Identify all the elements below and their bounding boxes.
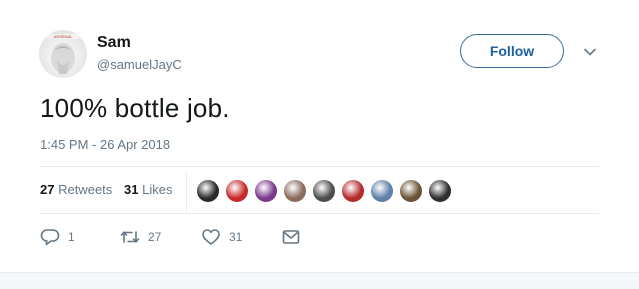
- heart-icon: [202, 229, 220, 245]
- chevron-down-icon[interactable]: [582, 44, 598, 60]
- retweets-stat[interactable]: 27 Retweets: [40, 182, 112, 197]
- avatar-image: ARSENAL: [47, 34, 79, 74]
- display-name[interactable]: Sam: [97, 34, 131, 52]
- like-button[interactable]: 31: [201, 228, 242, 246]
- retweets-count: 27: [40, 182, 55, 197]
- like-count: 31: [229, 230, 243, 244]
- liker-avatar[interactable]: [283, 179, 307, 203]
- follow-button-label: Follow: [489, 43, 535, 59]
- liker-avatar[interactable]: [312, 179, 336, 203]
- liker-avatar[interactable]: [225, 179, 249, 203]
- reply-icon: [40, 229, 60, 246]
- retweet-count: 27: [148, 230, 162, 244]
- direct-message-button[interactable]: [281, 228, 301, 246]
- liker-avatar[interactable]: [399, 179, 423, 203]
- tweet-timestamp[interactable]: 1:45 PM - 26 Apr 2018: [40, 137, 170, 152]
- retweet-icon: [120, 231, 140, 243]
- likes-count: 31: [124, 182, 139, 197]
- avatar[interactable]: ARSENAL: [39, 30, 87, 78]
- retweet-button[interactable]: 27: [120, 228, 161, 246]
- reply-button[interactable]: 1: [40, 228, 75, 246]
- envelope-icon: [282, 230, 300, 244]
- retweets-label: Retweets: [58, 182, 113, 197]
- tweet-text: 100% bottle job.: [40, 93, 230, 123]
- reply-count: 1: [68, 230, 75, 244]
- bottom-strip: [0, 272, 639, 289]
- user-handle[interactable]: @samuelJayC: [97, 57, 182, 72]
- liker-avatar[interactable]: [370, 179, 394, 203]
- avatar-caption: ARSENAL: [54, 34, 73, 39]
- liker-avatar[interactable]: [428, 179, 452, 203]
- stats-divider: [186, 173, 187, 213]
- liker-avatar[interactable]: [254, 179, 278, 203]
- follow-button[interactable]: Follow: [460, 34, 564, 68]
- liker-avatar[interactable]: [341, 179, 365, 203]
- divider-bottom: [40, 213, 599, 214]
- tweet-card: ARSENAL Sam @samuelJayC Follow 100% bott…: [0, 0, 639, 272]
- divider-top: [40, 166, 599, 167]
- likes-label: Likes: [142, 182, 173, 197]
- liker-avatar[interactable]: [196, 179, 220, 203]
- likes-stat[interactable]: 31 Likes: [124, 182, 172, 197]
